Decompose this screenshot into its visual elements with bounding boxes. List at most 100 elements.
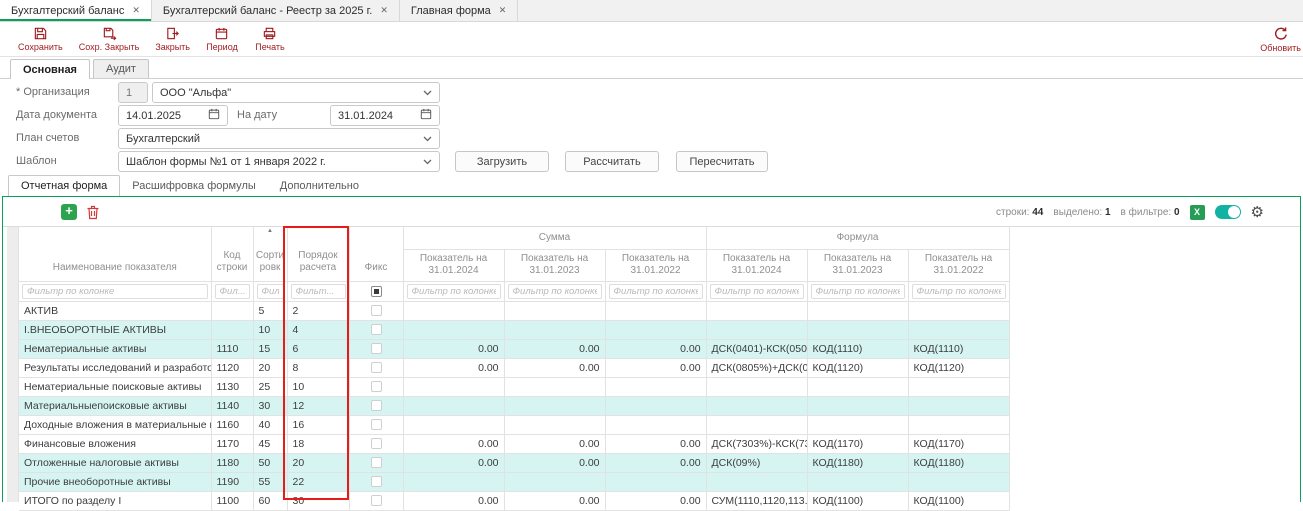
gear-icon[interactable]: ⚙: [1251, 205, 1264, 220]
tab-report-form[interactable]: Отчетная форма: [8, 175, 120, 196]
table-row[interactable]: Результаты исследований и разработок 112…: [19, 358, 1009, 377]
table-row[interactable]: ИТОГО по разделу I 1100 60 30 0.00 0.00 …: [19, 491, 1009, 510]
save-close-button[interactable]: Сохр. Закрыть: [71, 26, 148, 52]
refresh-button[interactable]: Обновить: [1252, 26, 1303, 53]
cell-name: Доходные вложения в материальные ц..: [19, 415, 211, 434]
fix-checkbox[interactable]: [371, 495, 382, 506]
fix-checkbox[interactable]: [371, 419, 382, 430]
table-row[interactable]: Материальныепоисковые активы 1140 30 12: [19, 396, 1009, 415]
save-button[interactable]: Сохранить: [10, 26, 71, 52]
filter-toggle[interactable]: [1215, 205, 1241, 219]
col-header-sum-2022[interactable]: Показатель на 31.01.2022: [605, 249, 706, 281]
col-header-formula-2024[interactable]: Показатель на 31.01.2024: [706, 249, 807, 281]
cell-sum-2024: 0.00: [403, 491, 504, 510]
cell-formula-2024: ДСК(0401)-КСК(0501): [706, 339, 807, 358]
tab-audit[interactable]: Аудит: [93, 59, 149, 78]
cell-sum-2023: [504, 320, 605, 339]
fix-checkbox[interactable]: [371, 438, 382, 449]
cell-code: 1180: [211, 453, 253, 472]
col-header-fix[interactable]: Фикс: [349, 227, 403, 281]
filter-input-formula-2023[interactable]: [811, 284, 905, 299]
sort-asc-icon: ▲: [267, 228, 273, 236]
fix-checkbox[interactable]: [371, 343, 382, 354]
table-row[interactable]: Финансовые вложения 1170 45 18 0.00 0.00…: [19, 434, 1009, 453]
cell-sum-2023: 0.00: [504, 358, 605, 377]
organization-select[interactable]: ООО "Альфа": [152, 82, 440, 103]
cell-formula-2022: КОД(1100): [908, 491, 1009, 510]
print-button[interactable]: Печать: [246, 26, 294, 52]
chart-of-accounts-select[interactable]: Бухгалтерский: [118, 128, 440, 149]
delete-row-button[interactable]: [86, 205, 100, 225]
doc-date-field[interactable]: [118, 105, 228, 126]
cell-order: 8: [287, 358, 349, 377]
tab-close-icon[interactable]: ✕: [132, 5, 140, 16]
cell-formula-2024: [706, 377, 807, 396]
window-tab-main-form[interactable]: Главная форма ✕: [400, 0, 518, 21]
col-header-name[interactable]: Наименование показателя: [19, 227, 211, 281]
col-header-sum-2024[interactable]: Показатель на 31.01.2024: [403, 249, 504, 281]
close-button[interactable]: Закрыть: [147, 26, 198, 52]
filter-input-code[interactable]: [215, 284, 250, 299]
on-date-field[interactable]: [330, 105, 440, 126]
filter-input-name[interactable]: [22, 284, 208, 299]
fix-checkbox[interactable]: [371, 362, 382, 373]
cell-name: АКТИВ: [19, 301, 211, 320]
table-row[interactable]: Нематериальные активы 1110 15 6 0.00 0.0…: [19, 339, 1009, 358]
col-header-code[interactable]: Код строки: [211, 227, 253, 281]
cell-sum-2022: 0.00: [605, 453, 706, 472]
tab-main[interactable]: Основная: [10, 59, 90, 79]
table-row[interactable]: Доходные вложения в материальные ц.. 116…: [19, 415, 1009, 434]
tab-additional[interactable]: Дополнительно: [268, 176, 371, 196]
cell-formula-2024: [706, 415, 807, 434]
add-row-button[interactable]: +: [61, 204, 77, 220]
table-row[interactable]: Отложенные налоговые активы 1180 50 20 0…: [19, 453, 1009, 472]
window-tab-balance[interactable]: Бухгалтерский баланс ✕: [0, 0, 152, 21]
on-date-input[interactable]: [338, 110, 420, 122]
fix-checkbox[interactable]: [371, 457, 382, 468]
tab-close-icon[interactable]: ✕: [380, 5, 388, 16]
report-grid-panel: + строки: 44 выделено: 1 в фильтре: 0 X …: [2, 196, 1301, 502]
filter-input-formula-2024[interactable]: [710, 284, 804, 299]
fix-checkbox[interactable]: [371, 400, 382, 411]
table-row[interactable]: Прочие внеоборотные активы 1190 55 22: [19, 472, 1009, 491]
tab-formula-details[interactable]: Расшифровка формулы: [120, 176, 267, 196]
chevron-down-icon: [423, 156, 432, 168]
filter-input-formula-2022[interactable]: [912, 284, 1006, 299]
tab-close-icon[interactable]: ✕: [499, 5, 507, 16]
fix-checkbox[interactable]: [371, 305, 382, 316]
table-row[interactable]: I.ВНЕОБОРОТНЫЕ АКТИВЫ 10 4: [19, 320, 1009, 339]
col-header-sum-2023[interactable]: Показатель на 31.01.2023: [504, 249, 605, 281]
col-header-formula-2023[interactable]: Показатель на 31.01.2023: [807, 249, 908, 281]
cell-formula-2022: [908, 320, 1009, 339]
filter-input-sum-2023[interactable]: [508, 284, 602, 299]
cell-sort: 25: [253, 377, 287, 396]
filter-input-order[interactable]: [291, 284, 346, 299]
period-button[interactable]: Период: [198, 26, 246, 52]
cell-formula-2022: КОД(1180): [908, 453, 1009, 472]
excel-export-icon[interactable]: X: [1190, 205, 1205, 220]
table-row[interactable]: АКТИВ 5 2: [19, 301, 1009, 320]
col-header-formula-2022[interactable]: Показатель на 31.01.2022: [908, 249, 1009, 281]
doc-date-label: Дата документа: [16, 109, 97, 121]
cell-formula-2022: КОД(1170): [908, 434, 1009, 453]
fix-checkbox[interactable]: [371, 476, 382, 487]
save-icon: [33, 26, 48, 41]
filter-input-sort[interactable]: [257, 284, 284, 299]
filter-input-sum-2024[interactable]: [407, 284, 501, 299]
window-tab-registry[interactable]: Бухгалтерский баланс - Реестр за 2025 г.…: [152, 0, 400, 21]
load-button[interactable]: Загрузить: [455, 151, 549, 172]
calculate-button[interactable]: Рассчитать: [565, 151, 659, 172]
recalculate-button[interactable]: Пересчитать: [676, 151, 768, 172]
fix-filter-checkbox[interactable]: [371, 286, 382, 297]
table-row[interactable]: Нематериальные поисковые активы 1130 25 …: [19, 377, 1009, 396]
cell-sum-2022: [605, 415, 706, 434]
col-header-sort[interactable]: ▲Сорти ровк: [253, 227, 287, 281]
filter-input-sum-2022[interactable]: [609, 284, 703, 299]
row-selector-gutter[interactable]: [7, 227, 19, 502]
fix-checkbox[interactable]: [371, 381, 382, 392]
col-header-order[interactable]: Порядок расчета: [287, 227, 349, 281]
template-select[interactable]: Шаблон формы №1 от 1 января 2022 г.: [118, 151, 440, 172]
doc-date-input[interactable]: [126, 110, 208, 122]
fix-checkbox[interactable]: [371, 324, 382, 335]
organization-code-field[interactable]: 1: [118, 82, 148, 103]
